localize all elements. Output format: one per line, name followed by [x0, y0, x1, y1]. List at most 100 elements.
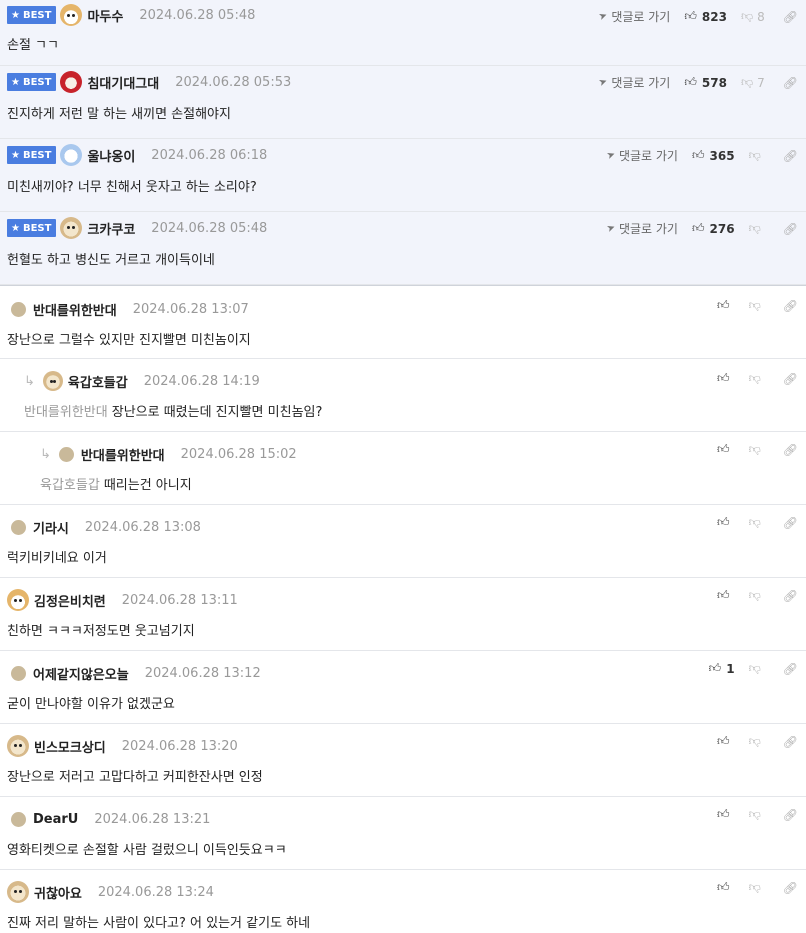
upvote-button[interactable]: 👍︎: [717, 880, 735, 895]
share-link-icon[interactable]: 🔗︎: [783, 735, 798, 749]
comment-nickname[interactable]: 김정은비치련: [34, 591, 106, 610]
upvote-button[interactable]: 👍︎ 823: [684, 9, 727, 24]
comment: 기라시 2024.06.28 13:08 👍︎ 👎︎ 🔗︎ 럭키비키네요 이거: [0, 505, 806, 578]
thumbs-down-icon: 👎︎: [740, 75, 754, 89]
thumbs-down-icon: 👎︎: [748, 880, 761, 894]
best-comment: ★ BEST 울냐옹이 2024.06.28 06:18 ➤ 댓글로 가기 👍︎ 36…: [0, 139, 806, 212]
comment-nickname[interactable]: 어제같지않은오늘: [33, 664, 129, 683]
share-link-icon[interactable]: 🔗︎: [783, 299, 798, 313]
comment-nickname[interactable]: 반대를위한반대: [81, 445, 165, 464]
avatar[interactable]: [11, 665, 26, 681]
thumbs-down-icon: 👎︎: [748, 661, 761, 675]
upvote-button[interactable]: 👍︎: [717, 588, 735, 603]
comment-nickname[interactable]: 기라시: [33, 518, 69, 537]
downvote-button[interactable]: 👎︎: [749, 442, 765, 457]
avatar[interactable]: [11, 301, 26, 317]
upvote-button[interactable]: 👍︎ 1: [709, 661, 735, 676]
upvote-button[interactable]: 👍︎: [717, 371, 735, 386]
downvote-button[interactable]: 👎︎: [749, 807, 765, 822]
comment-date: 2024.06.28 13:07: [132, 301, 249, 317]
share-link-icon[interactable]: 🔗︎: [783, 443, 798, 457]
comment-nickname[interactable]: 마두수: [87, 6, 123, 25]
share-link-icon[interactable]: 🔗︎: [783, 808, 798, 822]
comment-nickname[interactable]: 크카쿠코: [87, 219, 135, 238]
comment-date: 2024.06.28 05:48: [151, 220, 268, 236]
share-link-icon[interactable]: 🔗︎: [783, 372, 798, 386]
downvote-button[interactable]: 👎︎ 8: [741, 9, 765, 24]
upvote-button[interactable]: 👍︎: [717, 734, 735, 749]
best-comment: ★ BEST 침대기대그대 2024.06.28 05:53 ➤ 댓글로 가기 👍︎…: [0, 66, 806, 139]
thumbs-down-icon: 👎︎: [748, 371, 761, 385]
comment-text: 반대를위한반대 장난으로 때렸는데 진지빨면 미친놈임?: [24, 405, 323, 420]
downvote-button[interactable]: 👎︎: [749, 148, 765, 163]
reply-comment: ↳ 육갑호들갑 2024.06.28 14:19 👍︎ 👎︎ 🔗︎ 반대를위한반…: [0, 359, 806, 432]
comment-nickname[interactable]: 침대기대그대: [87, 73, 159, 92]
share-link-icon[interactable]: 🔗︎: [783, 589, 798, 603]
thumbs-up-icon: 👍︎: [684, 9, 697, 23]
upvote-button[interactable]: 👍︎: [717, 515, 735, 530]
goto-comment-link[interactable]: ➤ 댓글로 가기: [605, 220, 678, 237]
share-link-icon[interactable]: 🔗︎: [783, 662, 798, 676]
mention-link[interactable]: 반대를위한반대: [24, 405, 108, 420]
goto-comment-link[interactable]: ➤ 댓글로 가기: [597, 8, 670, 25]
comment-date: 2024.06.28 05:48: [139, 7, 256, 23]
downvote-button[interactable]: 👎︎: [749, 880, 765, 895]
thumbs-up-icon: 👍︎: [691, 221, 705, 235]
downvote-button[interactable]: 👎︎: [749, 298, 765, 313]
comment-nickname[interactable]: 빈스모크상디: [34, 737, 106, 756]
avatar[interactable]: [7, 735, 29, 757]
reply-arrow-icon: ↳: [40, 446, 51, 462]
thumbs-down-icon: 👎︎: [748, 442, 761, 456]
upvote-button[interactable]: 👍︎ 276: [692, 221, 735, 236]
share-link-icon[interactable]: 🔗︎: [783, 881, 798, 895]
goto-comment-link[interactable]: ➤ 댓글로 가기: [597, 74, 670, 91]
comment-text: 손절 ㄱㄱ: [7, 38, 59, 53]
thumbs-down-icon: 👎︎: [740, 9, 754, 23]
downvote-button[interactable]: 👎︎: [749, 588, 765, 603]
comment-nickname[interactable]: 귀찮아요: [34, 883, 82, 902]
downvote-button[interactable]: 👎︎: [749, 734, 765, 749]
best-badge: ★ BEST: [7, 6, 57, 24]
mention-link[interactable]: 육갑호들갑: [40, 478, 100, 493]
share-link-icon[interactable]: 🔗︎: [783, 149, 798, 163]
downvote-button[interactable]: 👎︎: [749, 515, 765, 530]
send-icon: ➤: [604, 148, 617, 163]
send-icon: ➤: [597, 75, 609, 90]
avatar[interactable]: [60, 4, 83, 26]
downvote-button[interactable]: 👎︎: [749, 371, 765, 386]
comment-nickname[interactable]: 육갑호들갑: [68, 372, 128, 391]
avatar[interactable]: [7, 589, 29, 611]
star-icon: ★: [11, 9, 20, 21]
avatar[interactable]: [11, 811, 26, 827]
best-comment: ★ BEST 마두수 2024.06.28 05:48 ➤ 댓글로 가기 👍︎ 823…: [0, 0, 806, 66]
thumbs-down-icon: 👎︎: [748, 515, 761, 529]
share-link-icon[interactable]: 🔗︎: [783, 10, 798, 24]
comment-nickname[interactable]: DearU: [33, 812, 78, 827]
avatar[interactable]: [60, 71, 83, 93]
upvote-button[interactable]: 👍︎ 365: [692, 148, 735, 163]
avatar[interactable]: [60, 217, 83, 239]
avatar[interactable]: [11, 519, 26, 535]
comment-text: 럭키비키네요 이거: [7, 551, 107, 566]
share-link-icon[interactable]: 🔗︎: [783, 222, 798, 236]
upvote-button[interactable]: 👍︎ 578: [684, 75, 727, 90]
upvote-button[interactable]: 👍︎: [717, 442, 735, 457]
comment-nickname[interactable]: 반대를위한반대: [33, 300, 117, 319]
comment-list: ★ BEST 마두수 2024.06.28 05:48 ➤ 댓글로 가기 👍︎ 823…: [0, 0, 806, 933]
upvote-button[interactable]: 👍︎: [717, 298, 735, 313]
goto-comment-link[interactable]: ➤ 댓글로 가기: [604, 147, 678, 164]
share-link-icon[interactable]: 🔗︎: [783, 76, 798, 90]
downvote-button[interactable]: 👎︎: [749, 661, 765, 676]
share-link-icon[interactable]: 🔗︎: [783, 516, 798, 530]
comment-nickname[interactable]: 울냐옹이: [87, 146, 135, 165]
upvote-button[interactable]: 👍︎: [717, 807, 735, 822]
comment: 김정은비치련 2024.06.28 13:11 👍︎ 👎︎ 🔗︎ 친하면 ㅋㅋㅋ…: [0, 578, 806, 651]
avatar[interactable]: [60, 144, 83, 166]
comment-date: 2024.06.28 13:20: [121, 738, 238, 754]
avatar[interactable]: [42, 371, 63, 391]
downvote-button[interactable]: 👎︎: [749, 221, 765, 236]
avatar[interactable]: [7, 881, 29, 903]
thumbs-down-icon: 👎︎: [748, 734, 761, 748]
downvote-button[interactable]: 👎︎ 7: [741, 75, 765, 90]
avatar[interactable]: [58, 446, 74, 462]
